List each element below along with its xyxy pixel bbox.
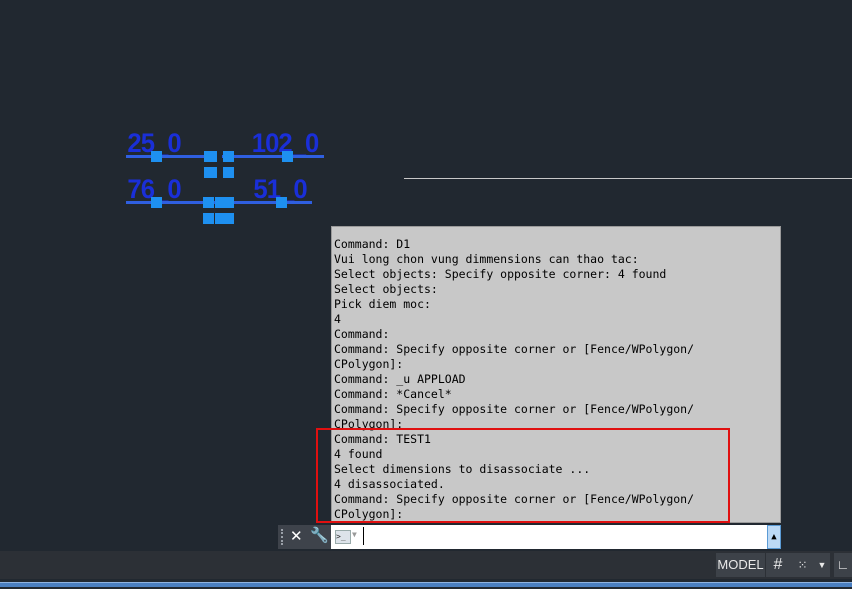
chevron-down-icon[interactable]: ▼ [814,553,830,577]
history-line: Vui long chon vung dimmensions can thao … [334,252,639,266]
history-line: 4 [334,312,341,326]
command-input[interactable] [363,527,763,545]
history-line: Command: [334,327,390,341]
grip[interactable] [276,197,287,208]
bottom-border [0,582,852,587]
history-line: Command: Specify opposite corner or [Fen… [334,342,695,356]
history-line: Command: _u APPLOAD [334,372,466,386]
command-input-area[interactable]: >_ ▼ [331,525,767,549]
grip[interactable] [203,197,214,208]
ortho-icon[interactable]: ∟ [834,553,852,577]
grip[interactable] [223,167,234,178]
grip[interactable] [151,151,162,162]
history-line: Command: Specify opposite corner or [Fen… [334,402,695,416]
history-line: Pick diem moc: [334,297,431,311]
grip[interactable] [204,151,217,162]
model-button[interactable]: MODEL [716,553,765,577]
history-line: Command: D1 [334,237,411,251]
chevron-down-icon[interactable]: ▼ [352,530,357,539]
grip[interactable] [204,167,217,178]
history-line: CPolygon]: [334,357,404,371]
close-icon[interactable]: ✕ [290,527,303,545]
grid-icon[interactable]: # [766,553,790,577]
grip[interactable] [215,197,234,208]
highlight-box [316,428,730,523]
grip[interactable] [151,197,162,208]
dimension-line [222,155,324,158]
history-toggle-button[interactable]: ▲ [767,525,781,549]
grip[interactable] [282,151,293,162]
drag-handle-icon[interactable] [281,529,287,545]
grip[interactable] [223,151,234,162]
wrench-icon[interactable]: 🔧 [310,526,329,544]
horizontal-line [404,178,852,179]
command-line-toolbar: ✕ 🔧 [278,525,331,549]
dimension-line [126,155,216,158]
command-prompt-icon[interactable]: >_ [335,530,351,544]
history-line: Select objects: [334,282,438,296]
history-line: Select objects: Specify opposite corner:… [334,267,667,281]
grip[interactable] [203,213,214,224]
grip[interactable] [215,213,234,224]
snap-icon[interactable]: ⁙ [790,553,814,577]
history-line: Command: *Cancel* [334,387,452,401]
